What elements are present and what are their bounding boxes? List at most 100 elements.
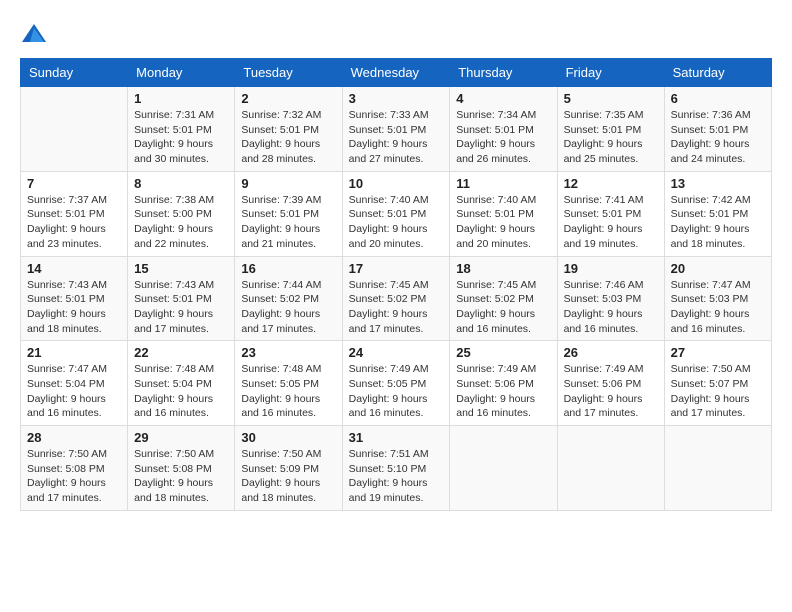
calendar-cell: 25Sunrise: 7:49 AMSunset: 5:06 PMDayligh…: [450, 341, 557, 426]
day-detail: Sunrise: 7:36 AMSunset: 5:01 PMDaylight:…: [671, 108, 765, 167]
calendar-cell: 17 Sunrise: 7:45 AMSunset: 5:02 PMDayligh…: [342, 256, 450, 341]
day-number: 6: [671, 91, 765, 106]
day-number: 8: [134, 176, 228, 191]
day-number: 3: [349, 91, 444, 106]
day-detail: Sunrise: 7:49 AMSunset: 5:06 PMDaylight:…: [456, 362, 550, 421]
day-number: 15: [134, 261, 228, 276]
day-detail: Sunrise: 7:40 AMSunset: 5:01 PMDaylight:…: [456, 193, 550, 252]
day-number: 27: [671, 345, 765, 360]
calendar-cell: 7 Sunrise: 7:37 AMSunset: 5:01 PMDaylight…: [21, 171, 128, 256]
calendar-cell: 13 Sunrise: 7:42 AMSunset: 5:01 PMDayligh…: [664, 171, 771, 256]
calendar-cell: 6 Sunrise: 7:36 AMSunset: 5:01 PMDaylight…: [664, 87, 771, 172]
weekday-header-monday: Monday: [128, 59, 235, 87]
day-number: 11: [456, 176, 550, 191]
day-detail: Sunrise: 7:48 AMSunset: 5:05 PMDaylight:…: [241, 362, 335, 421]
day-detail: Sunrise: 7:51 AMSunset: 5:10 PMDaylight:…: [349, 447, 444, 506]
day-number: 31: [349, 430, 444, 445]
calendar-cell: 19 Sunrise: 7:46 AMSunset: 5:03 PMDayligh…: [557, 256, 664, 341]
day-detail: Sunrise: 7:35 AMSunset: 5:01 PMDaylight:…: [564, 108, 658, 167]
calendar-cell: 11 Sunrise: 7:40 AMSunset: 5:01 PMDayligh…: [450, 171, 557, 256]
day-number: 30: [241, 430, 335, 445]
day-detail: Sunrise: 7:44 AMSunset: 5:02 PMDaylight:…: [241, 278, 335, 337]
day-number: 7: [27, 176, 121, 191]
weekday-header-thursday: Thursday: [450, 59, 557, 87]
day-number: 20: [671, 261, 765, 276]
calendar-cell: 9 Sunrise: 7:39 AMSunset: 5:01 PMDaylight…: [235, 171, 342, 256]
day-detail: Sunrise: 7:46 AMSunset: 5:03 PMDaylight:…: [564, 278, 658, 337]
day-detail: Sunrise: 7:40 AMSunset: 5:01 PMDaylight:…: [349, 193, 444, 252]
day-number: 21: [27, 345, 121, 360]
weekday-header-wednesday: Wednesday: [342, 59, 450, 87]
calendar-week-1: 1 Sunrise: 7:31 AMSunset: 5:01 PMDaylight…: [21, 87, 772, 172]
weekday-header-saturday: Saturday: [664, 59, 771, 87]
day-number: 23: [241, 345, 335, 360]
calendar-cell: 5 Sunrise: 7:35 AMSunset: 5:01 PMDaylight…: [557, 87, 664, 172]
calendar-cell: 23 Sunrise: 7:48 AMSunset: 5:05 PMDayligh…: [235, 341, 342, 426]
day-detail: Sunrise: 7:43 AMSunset: 5:01 PMDaylight:…: [134, 278, 228, 337]
day-number: 13: [671, 176, 765, 191]
day-detail: Sunrise: 7:32 AMSunset: 5:01 PMDaylight:…: [241, 108, 335, 167]
day-number: 19: [564, 261, 658, 276]
weekday-header-friday: Friday: [557, 59, 664, 87]
day-number: 2: [241, 91, 335, 106]
day-number: 24: [349, 345, 444, 360]
calendar-week-4: 21 Sunrise: 7:47 AMSunset: 5:04 PMDayligh…: [21, 341, 772, 426]
calendar: SundayMondayTuesdayWednesdayThursdayFrid…: [20, 58, 772, 511]
day-detail: Sunrise: 7:50 AMSunset: 5:07 PMDaylight:…: [671, 362, 765, 421]
day-detail: Sunrise: 7:49 AMSunset: 5:05 PMDaylight:…: [349, 362, 444, 421]
calendar-cell: 20Sunrise: 7:47 AMSunset: 5:03 PMDayligh…: [664, 256, 771, 341]
weekday-header-sunday: Sunday: [21, 59, 128, 87]
day-detail: Sunrise: 7:38 AMSunset: 5:00 PMDaylight:…: [134, 193, 228, 252]
calendar-cell: 15 Sunrise: 7:43 AMSunset: 5:01 PMDayligh…: [128, 256, 235, 341]
logo: [20, 20, 52, 48]
calendar-cell: [450, 426, 557, 511]
calendar-cell: 22Sunrise: 7:48 AMSunset: 5:04 PMDayligh…: [128, 341, 235, 426]
calendar-cell: 18Sunrise: 7:45 AMSunset: 5:02 PMDayligh…: [450, 256, 557, 341]
day-number: 17: [349, 261, 444, 276]
day-number: 1: [134, 91, 228, 106]
calendar-cell: [21, 87, 128, 172]
day-number: 12: [564, 176, 658, 191]
day-detail: Sunrise: 7:50 AMSunset: 5:08 PMDaylight:…: [134, 447, 228, 506]
day-detail: Sunrise: 7:42 AMSunset: 5:01 PMDaylight:…: [671, 193, 765, 252]
day-detail: Sunrise: 7:31 AMSunset: 5:01 PMDaylight:…: [134, 108, 228, 167]
day-detail: Sunrise: 7:33 AMSunset: 5:01 PMDaylight:…: [349, 108, 444, 167]
calendar-cell: [664, 426, 771, 511]
day-detail: Sunrise: 7:45 AMSunset: 5:02 PMDaylight:…: [349, 278, 444, 337]
day-number: 4: [456, 91, 550, 106]
calendar-cell: 31 Sunrise: 7:51 AMSunset: 5:10 PMDayligh…: [342, 426, 450, 511]
calendar-cell: 10 Sunrise: 7:40 AMSunset: 5:01 PMDayligh…: [342, 171, 450, 256]
calendar-cell: 3 Sunrise: 7:33 AMSunset: 5:01 PMDaylight…: [342, 87, 450, 172]
calendar-cell: 2 Sunrise: 7:32 AMSunset: 5:01 PMDaylight…: [235, 87, 342, 172]
calendar-cell: 16 Sunrise: 7:44 AMSunset: 5:02 PMDayligh…: [235, 256, 342, 341]
day-number: 10: [349, 176, 444, 191]
calendar-header: SundayMondayTuesdayWednesdayThursdayFrid…: [21, 59, 772, 87]
day-number: 22: [134, 345, 228, 360]
calendar-cell: 8 Sunrise: 7:38 AMSunset: 5:00 PMDaylight…: [128, 171, 235, 256]
day-detail: Sunrise: 7:39 AMSunset: 5:01 PMDaylight:…: [241, 193, 335, 252]
day-number: 28: [27, 430, 121, 445]
calendar-cell: [557, 426, 664, 511]
calendar-cell: 28Sunrise: 7:50 AMSunset: 5:08 PMDayligh…: [21, 426, 128, 511]
day-detail: Sunrise: 7:34 AMSunset: 5:01 PMDaylight:…: [456, 108, 550, 167]
calendar-cell: 4 Sunrise: 7:34 AMSunset: 5:01 PMDaylight…: [450, 87, 557, 172]
day-number: 16: [241, 261, 335, 276]
day-number: 29: [134, 430, 228, 445]
day-detail: Sunrise: 7:47 AMSunset: 5:04 PMDaylight:…: [27, 362, 121, 421]
logo-icon: [20, 20, 48, 48]
day-number: 5: [564, 91, 658, 106]
calendar-cell: 14Sunrise: 7:43 AMSunset: 5:01 PMDayligh…: [21, 256, 128, 341]
calendar-cell: 24 Sunrise: 7:49 AMSunset: 5:05 PMDayligh…: [342, 341, 450, 426]
day-number: 9: [241, 176, 335, 191]
calendar-cell: 27 Sunrise: 7:50 AMSunset: 5:07 PMDayligh…: [664, 341, 771, 426]
day-detail: Sunrise: 7:41 AMSunset: 5:01 PMDaylight:…: [564, 193, 658, 252]
calendar-week-3: 14 Sunrise: 7:43 AMSunset: 5:01 PMDayligh…: [21, 256, 772, 341]
calendar-cell: 29 Sunrise: 7:50 AMSunset: 5:08 PMDayligh…: [128, 426, 235, 511]
day-detail: Sunrise: 7:50 AMSunset: 5:09 PMDaylight:…: [241, 447, 335, 506]
day-detail: Sunrise: 7:37 AMSunset: 5:01 PMDaylight:…: [27, 193, 121, 252]
day-number: 14: [27, 261, 121, 276]
calendar-cell: 12 Sunrise: 7:41 AMSunset: 5:01 PMDayligh…: [557, 171, 664, 256]
calendar-week-5: 28 Sunrise: 7:50 AMSunset: 5:08 PMDayligh…: [21, 426, 772, 511]
day-number: 18: [456, 261, 550, 276]
calendar-cell: 1 Sunrise: 7:31 AMSunset: 5:01 PMDaylight…: [128, 87, 235, 172]
